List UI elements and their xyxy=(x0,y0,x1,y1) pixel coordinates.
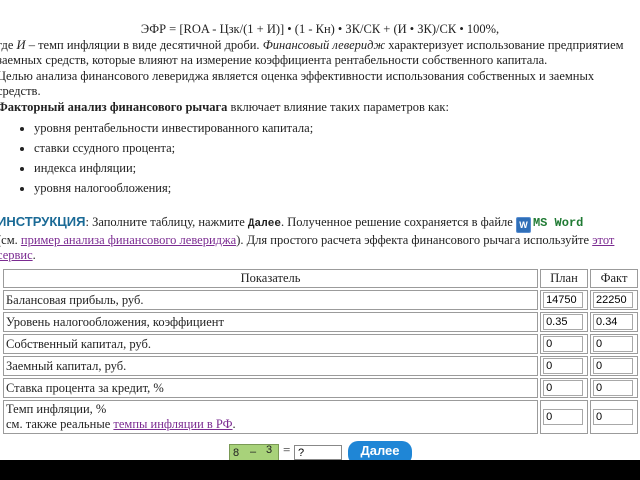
row-label: Темп инфляции, % см. также реальные темпы… xyxy=(3,400,539,434)
table-row: Темп инфляции, % см. также реальные темпы… xyxy=(3,400,638,434)
row-label: Уровень налогообложения, коэффициент xyxy=(3,312,539,332)
equity-fact-input[interactable] xyxy=(593,336,634,352)
table-row: Собственный капитал, руб. xyxy=(3,334,638,354)
definition-paragraph: где И – темп инфляции в виде десятичной … xyxy=(0,37,624,68)
debt-plan-input[interactable] xyxy=(543,358,584,374)
factor-analysis-paragraph: Факторный анализ финансового рычага вклю… xyxy=(0,100,640,116)
leverage-formula: ЭФР = [ROA - Цзк/(1 + И)] • (1 - Кн) • З… xyxy=(140,22,500,36)
inflation-var: И xyxy=(16,37,26,52)
inflation-rates-link[interactable]: темпы инфляции в РФ xyxy=(113,417,232,431)
tax-rate-plan-input[interactable] xyxy=(543,314,584,330)
debt-fact-input[interactable] xyxy=(593,358,634,374)
factors-list: уровня рентабельности инвестированного к… xyxy=(0,118,640,198)
bottom-black-bar xyxy=(0,460,640,480)
ms-word-label: MS Word xyxy=(532,215,584,230)
table-row: Уровень налогообложения, коэффициент xyxy=(3,312,638,332)
row-label: Ставка процента за кредит, % xyxy=(3,378,539,398)
instruction-heading: ИНСТРУКЦИЯ xyxy=(0,213,86,229)
list-item: индекса инфляции; xyxy=(34,158,640,178)
list-item: уровня рентабельности инвестированного к… xyxy=(34,118,640,138)
table-row: Заемный капитал, руб. xyxy=(3,356,638,376)
inflation-plan-input[interactable] xyxy=(543,409,584,425)
next-button-ref: Далее xyxy=(247,217,281,230)
row-label: Балансовая прибыль, руб. xyxy=(3,290,539,310)
captcha-operator: – xyxy=(250,446,257,458)
interest-rate-plan-input[interactable] xyxy=(543,380,584,396)
captcha-answer-input[interactable] xyxy=(294,445,342,460)
leverage-example-link[interactable]: пример анализа финансового левериджа xyxy=(21,233,236,247)
factor-analysis-title: Факторный анализ финансового рычага xyxy=(0,99,228,114)
row-label: Заемный капитал, руб. xyxy=(3,356,539,376)
row-label: Собственный капитал, руб. xyxy=(3,334,539,354)
ms-word-icon: W xyxy=(515,216,531,233)
inflation-fact-input[interactable] xyxy=(593,409,634,425)
header-fact: Факт xyxy=(590,269,638,288)
instruction-paragraph: ИНСТРУКЦИЯ: Заполните таблицу, нажмите Д… xyxy=(0,214,640,264)
goal-paragraph: Целью анализа финансового левериджа явля… xyxy=(0,68,595,99)
table-row: Балансовая прибыль, руб. xyxy=(3,290,638,310)
list-item: ставки ссудного процента; xyxy=(34,138,640,158)
input-table: Показатель План Факт Балансовая прибыль,… xyxy=(1,267,640,436)
header-indicator: Показатель xyxy=(3,269,539,288)
captcha-digit-b: 3 xyxy=(266,444,273,456)
captcha-digit-a: 8 xyxy=(233,447,240,459)
equity-plan-input[interactable] xyxy=(543,336,584,352)
balance-profit-fact-input[interactable] xyxy=(593,292,634,308)
tax-rate-fact-input[interactable] xyxy=(593,314,634,330)
table-row: Ставка процента за кредит, % xyxy=(3,378,638,398)
balance-profit-plan-input[interactable] xyxy=(543,292,584,308)
leverage-term: Финансовый леверидж xyxy=(262,37,386,52)
interest-rate-fact-input[interactable] xyxy=(593,380,634,396)
captcha-equals: = xyxy=(283,442,291,457)
page-content: ЭФР = [ROA - Цзк/(1 + И)] • (1 - Кн) • З… xyxy=(0,0,640,264)
header-plan: План xyxy=(540,269,589,288)
list-item: уровня налогообложения; xyxy=(34,178,640,198)
